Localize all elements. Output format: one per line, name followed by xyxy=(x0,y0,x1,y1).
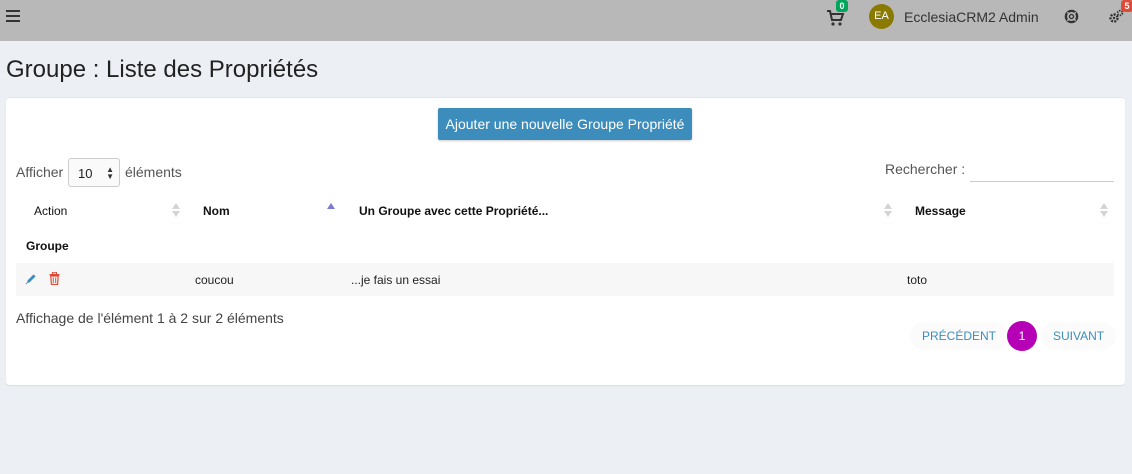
column-header-prompt[interactable]: Un Groupe avec cette Propriété... xyxy=(359,204,548,218)
trash-icon[interactable] xyxy=(49,272,60,285)
add-property-button[interactable]: Ajouter une nouvelle Groupe Propriété xyxy=(438,108,692,140)
cell-prompt: ...je fais un essai xyxy=(351,273,441,287)
page-1-button[interactable]: 1 xyxy=(1007,321,1037,351)
next-page-button[interactable]: SUIVANT xyxy=(1041,322,1117,350)
avatar[interactable]: EA xyxy=(869,4,894,29)
column-header-message[interactable]: Message xyxy=(915,204,966,218)
sort-icon[interactable] xyxy=(1100,202,1108,218)
chevron-updown-icon: ▲ ▼ xyxy=(106,165,114,181)
length-suffix-label: éléments xyxy=(125,164,182,180)
table-row: coucou ...je fais un essai toto xyxy=(16,263,1114,296)
search-label: Rechercher : xyxy=(885,161,966,177)
cell-message: toto xyxy=(907,273,928,287)
previous-page-button[interactable]: PRÉCÉDENT xyxy=(910,322,1009,350)
properties-panel: Ajouter une nouvelle Groupe Propriété Af… xyxy=(6,97,1125,385)
notification-count-badge: 5 xyxy=(1121,0,1132,12)
lifebuoy-icon[interactable] xyxy=(1064,9,1079,24)
length-prefix-label: Afficher xyxy=(16,164,64,180)
sort-asc-icon[interactable] xyxy=(327,202,335,218)
group-row-label: Groupe xyxy=(26,239,69,253)
user-name-link[interactable]: EcclesiaCRM2 Admin xyxy=(904,9,1039,25)
cell-name: coucou xyxy=(195,273,234,287)
top-navbar: 0 EA EcclesiaCRM2 Admin 5 xyxy=(0,0,1132,41)
column-header-name[interactable]: Nom xyxy=(203,204,230,218)
sort-icon[interactable] xyxy=(172,202,180,218)
column-header-action[interactable]: Action xyxy=(34,204,67,218)
page-length-select[interactable]: 10 ▲ ▼ xyxy=(68,158,120,187)
search-input[interactable] xyxy=(970,154,1114,182)
sort-icon[interactable] xyxy=(884,202,892,218)
cart-count-badge: 0 xyxy=(836,0,848,12)
page-length-value: 10 xyxy=(78,166,93,181)
page-title: Groupe : Liste des Propriétés xyxy=(6,56,319,83)
menu-icon[interactable] xyxy=(6,10,20,22)
pencil-icon[interactable] xyxy=(25,273,37,285)
table-info: Affichage de l'élément 1 à 2 sur 2 éléme… xyxy=(16,310,284,326)
